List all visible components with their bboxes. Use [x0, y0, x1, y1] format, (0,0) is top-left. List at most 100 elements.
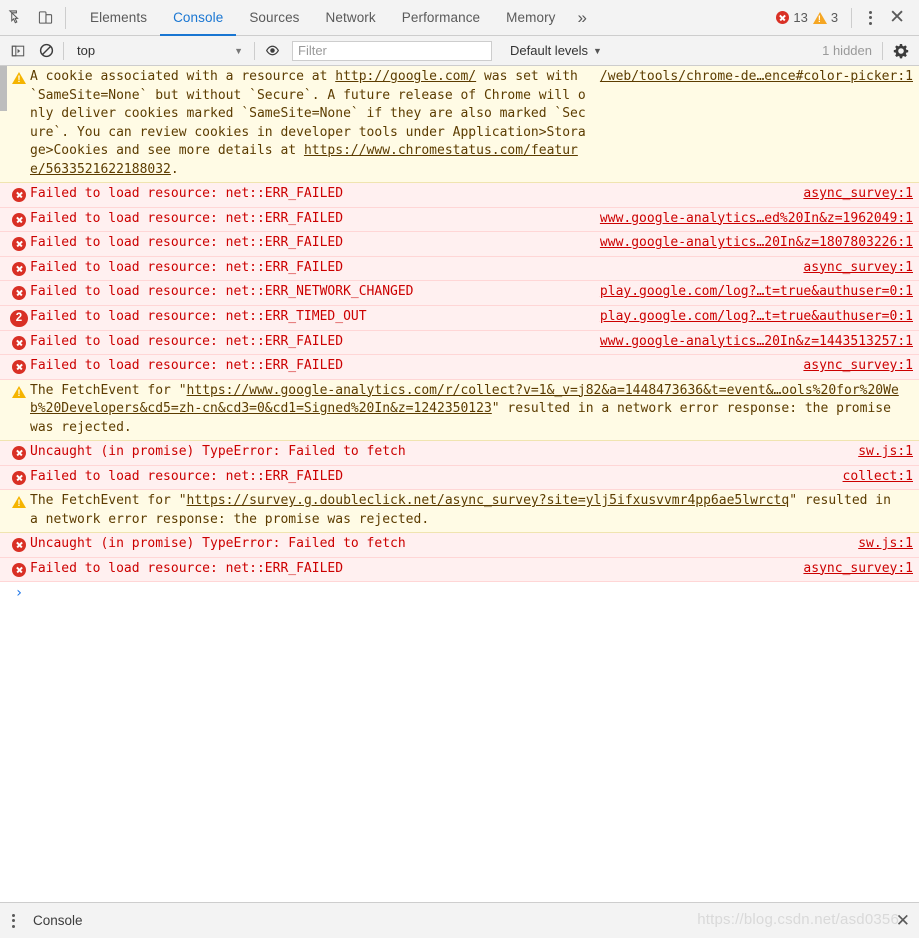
tab-network[interactable]: Network	[313, 0, 389, 35]
message-link[interactable]: https://survey.g.doubleclick.net/async_s…	[187, 493, 790, 508]
message-source-link[interactable]: async_survey:1	[803, 560, 913, 579]
console-message-row[interactable]: Failed to load resource: net::ERR_FAILED…	[0, 183, 919, 208]
error-icon	[12, 335, 26, 350]
devtools-tabbar: Elements Console Sources Network Perform…	[0, 0, 919, 36]
execution-context-selector[interactable]: top ▼	[71, 43, 251, 58]
console-message-row[interactable]: 2 Failed to load resource: net::ERR_TIMED…	[0, 305, 919, 331]
message-gutter	[8, 283, 30, 300]
warning-count-badge[interactable]: 3	[812, 10, 843, 25]
message-text: Uncaught (in promise) TypeError: Failed …	[30, 444, 406, 459]
close-devtools-icon[interactable]: ✕	[881, 8, 913, 27]
message-text: The FetchEvent for "https://www.google-a…	[30, 382, 913, 438]
console-message-list[interactable]: A cookie associated with a resource at h…	[0, 66, 919, 902]
console-scrollbar[interactable]	[0, 66, 7, 902]
error-count-label: 13	[793, 10, 808, 25]
gear-icon[interactable]	[893, 43, 909, 59]
console-message-row[interactable]: Failed to load resource: net::ERR_FAILED…	[0, 256, 919, 281]
error-count-badge[interactable]: 13	[776, 10, 812, 25]
log-levels-label: Default levels	[510, 43, 589, 58]
tab-network-label: Network	[325, 10, 376, 25]
tab-performance[interactable]: Performance	[389, 0, 493, 35]
filterbar-divider-2	[254, 41, 255, 60]
error-icon	[12, 237, 26, 251]
error-icon	[12, 446, 26, 460]
message-text: Failed to load resource: net::ERR_FAILED	[30, 560, 344, 576]
message-text: Failed to load resource: net::ERR_FAILED	[30, 358, 344, 373]
console-message-row[interactable]: The FetchEvent for "https://survey.g.dou…	[0, 490, 919, 533]
message-source-link[interactable]: collect:1	[843, 468, 913, 487]
message-source-link[interactable]: /web/tools/chrome-de…ence#color-picker:1	[600, 68, 913, 87]
drawer-tab-console-label: Console	[33, 913, 83, 928]
error-icon	[12, 360, 26, 374]
console-message-row[interactable]: The FetchEvent for "https://www.google-a…	[0, 379, 919, 441]
tab-sources[interactable]: Sources	[236, 0, 312, 35]
message-gutter	[8, 492, 30, 508]
console-message-row[interactable]: Uncaught (in promise) TypeError: Failed …	[0, 441, 919, 466]
message-text: Failed to load resource: net::ERR_FAILED	[30, 210, 344, 226]
device-toolbar-icon[interactable]	[30, 0, 60, 35]
hidden-messages-label[interactable]: 1 hidden	[822, 43, 882, 58]
error-icon	[12, 188, 26, 202]
message-source-link[interactable]: sw.js:1	[858, 443, 913, 462]
tabbar-right-divider	[851, 7, 853, 28]
message-source-link[interactable]: www.google-analytics…20In&z=1807803226:1	[600, 234, 913, 253]
message-text: Uncaught (in promise) TypeError: Failed …	[30, 536, 406, 551]
filter-input[interactable]	[292, 40, 492, 61]
warning-icon	[12, 385, 26, 398]
console-message-row[interactable]: A cookie associated with a resource at h…	[0, 66, 919, 183]
drawer-close-icon[interactable]: ✕	[887, 912, 919, 929]
message-source-link[interactable]: async_survey:1	[803, 357, 913, 376]
message-text: Failed to load resource: net::ERR_FAILED	[30, 186, 344, 201]
live-expression-icon[interactable]	[258, 38, 286, 64]
error-icon	[12, 538, 26, 552]
console-messages-container: A cookie associated with a resource at h…	[0, 66, 919, 582]
main-menu-icon[interactable]	[860, 10, 881, 25]
tab-console[interactable]: Console	[160, 0, 237, 36]
chevron-down-icon: ▼	[234, 45, 243, 56]
message-source-link[interactable]: www.google-analytics…20In&z=1443513257:1	[600, 333, 913, 352]
message-source-link[interactable]: async_survey:1	[803, 185, 913, 204]
console-message-row[interactable]: Failed to load resource: net::ERR_FAILED…	[0, 232, 919, 257]
console-message-row[interactable]: Failed to load resource: net::ERR_FAILED…	[0, 207, 919, 232]
more-tabs-icon[interactable]: »	[569, 0, 596, 35]
message-text: Failed to load resource: net::ERR_FAILED	[30, 333, 344, 349]
message-source-link[interactable]: www.google-analytics…ed%20In&z=1962049:1	[600, 210, 913, 229]
panel-tabs: Elements Console Sources Network Perform…	[77, 0, 596, 36]
tabbar-right-group: 13 3 ✕	[776, 0, 919, 35]
console-prompt[interactable]: ›	[0, 582, 919, 605]
tab-elements[interactable]: Elements	[77, 0, 160, 35]
console-filter-toolbar: top ▼ Default levels ▼ 1 hidden	[0, 36, 919, 66]
message-source-link[interactable]: play.google.com/log?…t=true&authuser=0:1	[600, 308, 913, 327]
tab-memory-label: Memory	[506, 10, 556, 25]
tab-memory[interactable]: Memory	[493, 0, 568, 35]
warning-icon	[12, 496, 26, 508]
log-levels-selector[interactable]: Default levels ▼	[510, 43, 602, 58]
watermark: https://blog.csdn.net/asd0356	[697, 911, 899, 928]
filterbar-right-group: 1 hidden	[822, 41, 915, 60]
error-icon	[12, 212, 26, 227]
error-icon	[12, 470, 26, 485]
console-message-row[interactable]: Failed to load resource: net::ERR_FAILED…	[0, 465, 919, 490]
console-message-row[interactable]: Failed to load resource: net::ERR_NETWOR…	[0, 281, 919, 306]
message-source-link[interactable]: sw.js:1	[858, 535, 913, 554]
inspect-element-icon[interactable]	[0, 0, 30, 35]
message-text-part: A cookie associated with a resource at	[30, 69, 336, 84]
clear-console-icon[interactable]	[32, 38, 60, 64]
repeat-count-badge: 2	[10, 309, 28, 327]
drawer-menu-icon[interactable]	[0, 913, 25, 928]
console-scrollbar-thumb[interactable]	[0, 66, 7, 111]
filterbar-divider-1	[63, 41, 64, 60]
message-text: The FetchEvent for "https://survey.g.dou…	[30, 492, 913, 529]
prompt-chevron-icon: ›	[14, 585, 24, 601]
console-message-row[interactable]: Uncaught (in promise) TypeError: Failed …	[0, 533, 919, 558]
drawer-tab-console[interactable]: Console	[25, 913, 91, 928]
console-sidebar-icon[interactable]	[4, 38, 32, 64]
message-link[interactable]: http://google.com/	[335, 69, 476, 84]
message-gutter	[8, 468, 30, 485]
console-message-row[interactable]: Failed to load resource: net::ERR_FAILED…	[0, 557, 919, 582]
console-message-row[interactable]: Failed to load resource: net::ERR_FAILED…	[0, 355, 919, 380]
console-message-row[interactable]: Failed to load resource: net::ERR_FAILED…	[0, 330, 919, 355]
message-text-part: The FetchEvent for "	[30, 382, 187, 398]
message-source-link[interactable]: play.google.com/log?…t=true&authuser=0:1	[600, 283, 913, 302]
message-source-link[interactable]: async_survey:1	[803, 259, 913, 278]
